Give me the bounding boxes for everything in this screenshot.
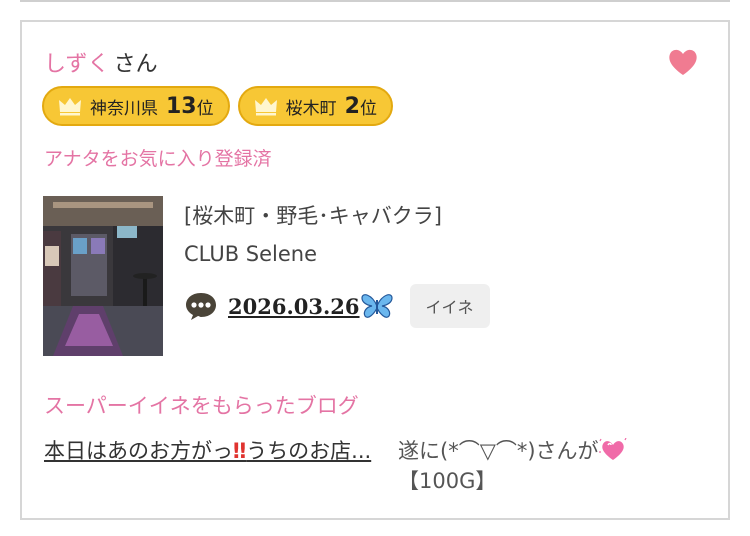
user-honorific: さん bbox=[113, 52, 158, 77]
blog-title-text-continued: うちのお店... bbox=[246, 439, 372, 463]
ranking-badges: 神奈川県 13 位 桜木町 2 位 bbox=[42, 86, 393, 126]
blog-excerpt: 遂に(*⌒▽⌒*)さんが 【100G】 bbox=[398, 436, 698, 496]
shop-photo-image bbox=[43, 196, 163, 356]
sparkling-heart-icon bbox=[598, 437, 627, 460]
favorite-status: アナタをお気に入り登録済 bbox=[44, 148, 272, 170]
shop-area[interactable]: [桜木町・野毛･キャバクラ] bbox=[184, 200, 442, 230]
blog-excerpt-text-continued: 【100G】 bbox=[398, 469, 497, 493]
blog-title-link[interactable]: 本日はあのお方がっ‼うちのお店... bbox=[44, 436, 389, 466]
fan-card: しずく さん 神奈川県 13 位 桜木町 2 位 アナタをお気に入り登録済 [桜… bbox=[20, 20, 730, 520]
top-divider bbox=[20, 0, 730, 2]
blog-excerpt-text: 遂に(*⌒▽⌒*)さんが bbox=[398, 439, 599, 463]
comment-icon bbox=[186, 293, 216, 320]
crown-icon bbox=[59, 98, 81, 116]
post-row: 2026.03.26 イイネ bbox=[184, 284, 490, 328]
badge-rank: 2 bbox=[344, 93, 360, 119]
super-like-heading: スーパーイイネをもらったブログ bbox=[44, 394, 359, 418]
ranking-badge-area[interactable]: 桜木町 2 位 bbox=[237, 86, 393, 126]
double-exclamation-icon: ‼ bbox=[233, 439, 247, 463]
user-row: しずく さん bbox=[44, 46, 158, 78]
heart-icon[interactable] bbox=[668, 48, 698, 76]
blog-title-text: 本日はあのお方がっ bbox=[44, 439, 233, 463]
user-name[interactable]: しずく bbox=[44, 52, 110, 77]
crown-icon bbox=[254, 98, 277, 116]
badge-rank: 13 bbox=[166, 93, 197, 119]
badge-area: 神奈川県 bbox=[90, 98, 158, 119]
badge-rank-unit: 位 bbox=[359, 98, 377, 119]
butterfly-icon bbox=[360, 294, 393, 318]
shop-photo[interactable] bbox=[43, 196, 163, 356]
post-date-link[interactable]: 2026.03.26 bbox=[228, 294, 360, 319]
shop-info: [桜木町・野毛･キャバクラ] CLUB Selene bbox=[184, 200, 442, 266]
badge-rank-unit: 位 bbox=[196, 98, 214, 119]
shop-name[interactable]: CLUB Selene bbox=[184, 242, 442, 266]
like-button[interactable]: イイネ bbox=[409, 284, 490, 328]
ranking-badge-prefecture[interactable]: 神奈川県 13 位 bbox=[42, 86, 230, 126]
badge-area: 桜木町 bbox=[285, 98, 337, 119]
